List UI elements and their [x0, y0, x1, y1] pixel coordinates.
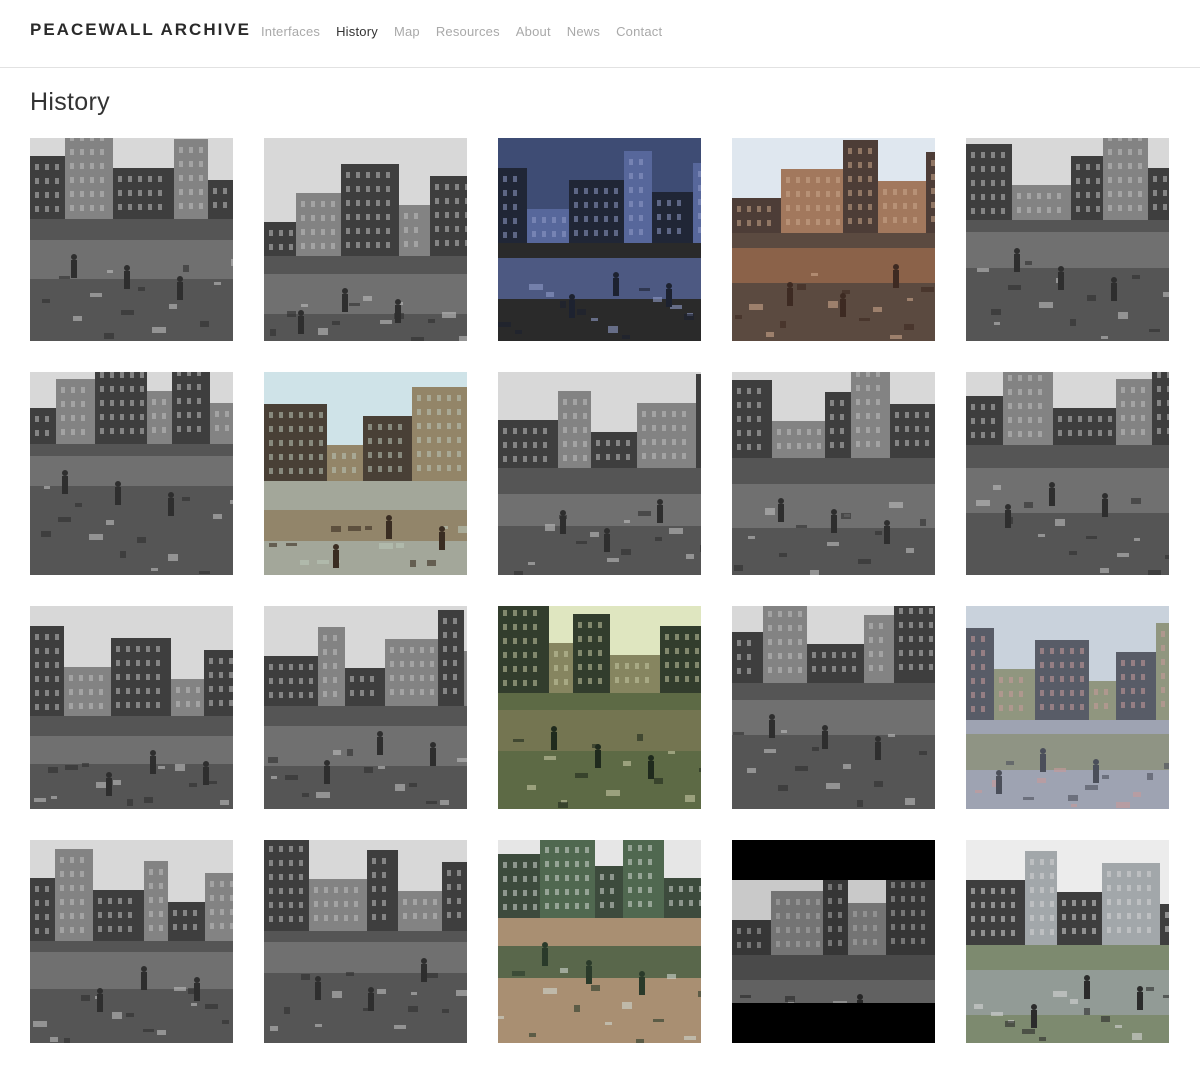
photo-image — [966, 138, 1169, 341]
photo-derelict-street-red-brick-building[interactable] — [732, 138, 935, 341]
photo-image — [264, 606, 467, 809]
photo-image — [264, 372, 467, 575]
photo-children-running-by-wall[interactable] — [30, 840, 233, 1043]
page-title: History — [30, 88, 110, 116]
photo-lone-house-before-wall[interactable] — [732, 840, 935, 1043]
photo-image — [498, 372, 701, 575]
photo-rubble-terraced-houses[interactable] — [966, 138, 1169, 341]
nav-link-about[interactable]: About — [516, 24, 551, 39]
photo-street-mother-pram[interactable] — [732, 372, 935, 575]
photo-image — [732, 372, 935, 575]
photo-image — [30, 138, 233, 341]
photo-derelict-houses-yard[interactable] — [264, 840, 467, 1043]
photo-barbed-wire-barricade[interactable] — [498, 372, 701, 575]
photo-collage-street-scenes[interactable] — [30, 606, 233, 809]
photo-image — [732, 840, 935, 1043]
photo-image — [498, 840, 701, 1043]
photo-barricade-graffiti-wall[interactable] — [30, 372, 233, 575]
photo-metal-gate-alley[interactable] — [498, 606, 701, 809]
photo-image — [732, 606, 935, 809]
photo-image — [966, 840, 1169, 1043]
nav-link-news[interactable]: News — [567, 24, 600, 39]
site-logo-link[interactable]: PEACEWALL ARCHIVE — [30, 20, 251, 40]
photo-man-climbing-corrugated-fence[interactable] — [498, 138, 701, 341]
nav-link-map[interactable]: Map — [394, 24, 420, 39]
photo-workers-building-wall-funeral-parlour[interactable] — [30, 138, 233, 341]
photo-corrugated-wall-terraces[interactable] — [966, 372, 1169, 575]
photo-image — [498, 138, 701, 341]
photo-aerial-wall-city-hills[interactable] — [966, 606, 1169, 809]
photo-image — [264, 840, 467, 1043]
photo-image — [966, 372, 1169, 575]
nav-link-history[interactable]: History — [336, 24, 378, 39]
photo-image — [966, 606, 1169, 809]
main-nav: Interfaces History Map Resources About N… — [261, 24, 678, 39]
site-header: PEACEWALL ARCHIVE Interfaces History Map… — [0, 0, 1200, 68]
photo-image — [732, 138, 935, 341]
photo-demolished-site-wall[interactable] — [264, 606, 467, 809]
photo-hillside-wall-estate[interactable] — [732, 606, 935, 809]
nav-link-contact[interactable]: Contact — [616, 24, 662, 39]
photo-image — [30, 372, 233, 575]
nav-link-interfaces[interactable]: Interfaces — [261, 24, 320, 39]
photo-long-wall-field[interactable] — [498, 840, 701, 1043]
photo-terraced-street-vans[interactable] — [264, 138, 467, 341]
photo-image — [498, 606, 701, 809]
photo-image — [264, 138, 467, 341]
photo-barrels-barricade-street[interactable] — [264, 372, 467, 575]
photo-image — [30, 840, 233, 1043]
photo-tall-fence-posts-gate[interactable] — [966, 840, 1169, 1043]
photo-image — [30, 606, 233, 809]
nav-link-resources[interactable]: Resources — [436, 24, 500, 39]
